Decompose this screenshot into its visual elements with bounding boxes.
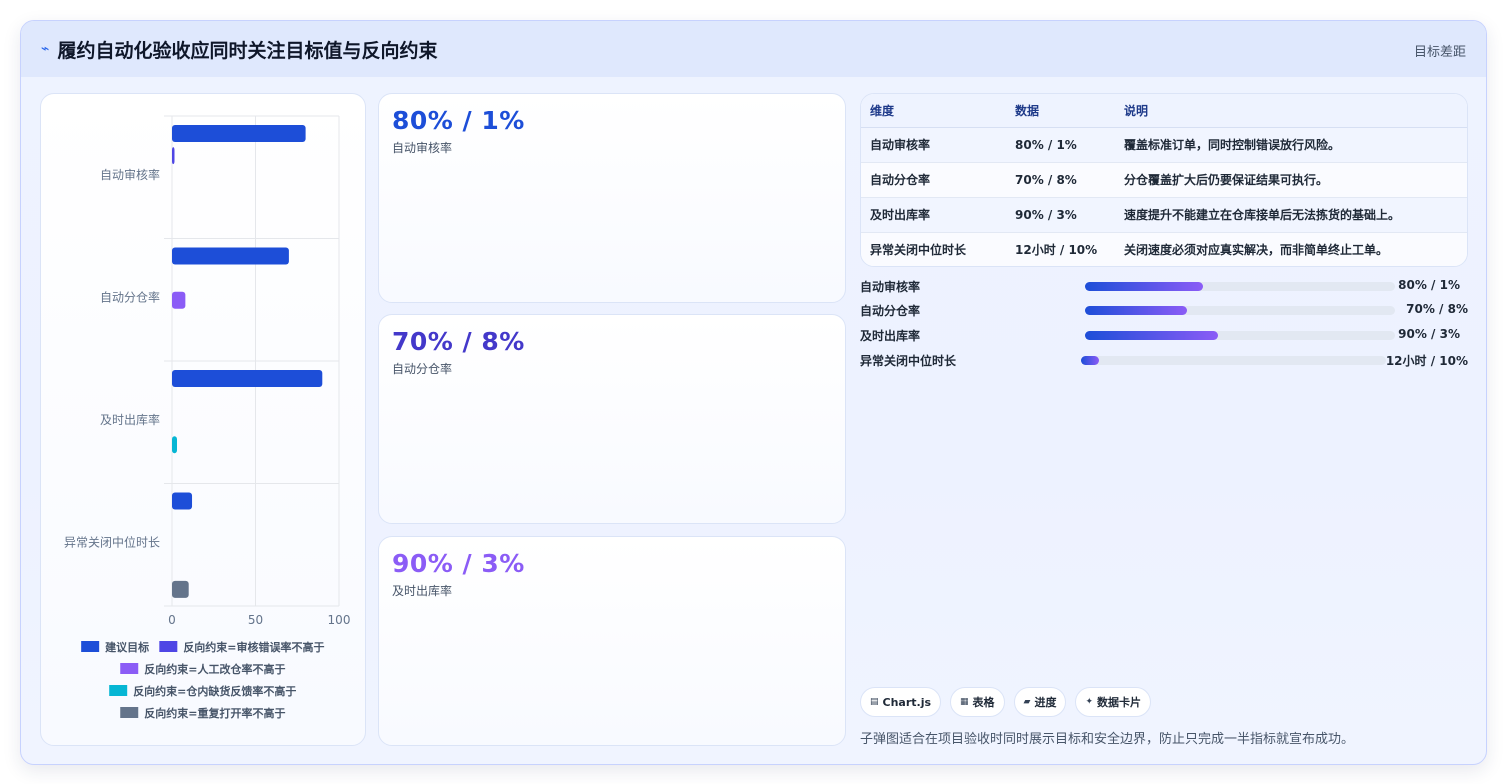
- progress-value: 90% / 3%: [1398, 327, 1460, 341]
- bar-0-2: [172, 370, 323, 387]
- header-bar: ⌁ 履约自动化验收应同时关注目标值与反向约束 目标差距: [21, 21, 1486, 77]
- x-tick-label: 0: [168, 613, 176, 627]
- dashboard-frame: ⌁ 履约自动化验收应同时关注目标值与反向约束 目标差距 自动审核率 自动分仓率 及时…: [20, 20, 1487, 765]
- table-row: 自动分仓率 70% / 8% 分仓覆盖扩大后仍要保证结果可执行。: [861, 162, 1467, 198]
- footnote-text: 子弹图适合在项目验收时同时展示目标和安全边界，防止只完成一半指标就宣布成功。: [860, 732, 1355, 747]
- progress-icon: ▰: [1023, 697, 1031, 707]
- progress-label: 异常关闭中位时长: [860, 354, 957, 368]
- chip-progress[interactable]: ▰ 进度: [1013, 687, 1067, 717]
- chip-label: Chart.js: [882, 695, 932, 709]
- progress-track: [1085, 306, 1395, 315]
- stat-value: 90% / 3%: [392, 549, 525, 578]
- table-cell: 70% / 8%: [1006, 162, 1115, 198]
- stat-card-on-time-ship: 90% / 3% 及时出库率: [378, 536, 846, 746]
- progress-track: [1085, 331, 1395, 340]
- progress-track: [1085, 282, 1395, 291]
- progress-fill: [1085, 306, 1188, 315]
- chip-data-card[interactable]: ✦ 数据卡片: [1075, 687, 1152, 717]
- legend-swatch: [120, 707, 139, 718]
- progress-track: [1081, 356, 1386, 365]
- stat-card-auto-split: 70% / 8% 自动分仓率: [378, 314, 846, 524]
- progress-fill: [1081, 356, 1100, 365]
- table-cell: 自动审核率: [861, 127, 1006, 163]
- table-cell: 自动分仓率: [861, 162, 1006, 198]
- stat-card-auto-review: 80% / 1% 自动审核率: [378, 93, 846, 303]
- metrics-table-card: 维度 数据 说明 自动审核率 80% / 1% 覆盖标准订单，同时控制错误放行风…: [860, 93, 1468, 267]
- bolt-icon: ⌁: [41, 41, 50, 57]
- chip-label: 进度: [1034, 696, 1057, 709]
- progress-label: 自动审核率: [860, 280, 921, 294]
- table-cell: 及时出库率: [861, 197, 1006, 233]
- legend-swatch: [159, 641, 178, 652]
- chip-table[interactable]: ▦ 表格: [950, 687, 1005, 717]
- legend-label: 反向约束=审核错误率不高于: [183, 640, 324, 654]
- metrics-table: 维度 数据 说明 自动审核率 80% / 1% 覆盖标准订单，同时控制错误放行风…: [861, 94, 1467, 266]
- bullet-chart: 自动审核率自动分仓率及时出库率异常关闭中位时长 0 50 100 建议目标 反向约束=审核…: [64, 115, 351, 720]
- progress-row-on-time-ship: 及时出库率 90% / 3%: [860, 327, 1468, 343]
- legend-swatch: [120, 663, 139, 674]
- legend-label: 反向约束=重复打开率不高于: [144, 706, 285, 720]
- progress-label: 自动分仓率: [860, 304, 921, 318]
- table-cell: 分仓覆盖扩大后仍要保证结果可执行。: [1115, 162, 1467, 198]
- progress-value: 80% / 1%: [1398, 278, 1460, 292]
- chip-chartjs[interactable]: ▤ Chart.js: [860, 687, 942, 717]
- chart-icon: ▤: [870, 697, 879, 707]
- table-cell: 12小时 / 10%: [1006, 232, 1115, 266]
- legend-label: 反向约束=人工改仓率不高于: [144, 662, 285, 676]
- legend-label: 反向约束=仓内缺货反馈率不高于: [133, 684, 296, 698]
- table-cell: 速度提升不能建立在仓库接单后无法拣货的基础上。: [1115, 197, 1467, 233]
- table-row: 及时出库率 90% / 3% 速度提升不能建立在仓库接单后无法拣货的基础上。: [861, 197, 1467, 233]
- table-row: 异常关闭中位时长 12小时 / 10% 关闭速度必须对应真实解决，而非简单终止工…: [861, 232, 1467, 266]
- progress-row-auto-split: 自动分仓率 70% / 8%: [860, 302, 1468, 318]
- bar-0-0: [172, 125, 306, 142]
- x-tick-label: 50: [248, 613, 263, 627]
- y-tick-label: 自动审核率: [100, 167, 160, 182]
- stat-label: 及时出库率: [392, 584, 453, 598]
- legend-swatch: [81, 641, 100, 652]
- progress-row-exception-close: 异常关闭中位时长 12小时 / 10%: [860, 352, 1468, 368]
- bar-3-2: [172, 436, 178, 454]
- progress-value: 12小时 / 10%: [1385, 354, 1468, 368]
- progress-label: 及时出库率: [860, 329, 921, 343]
- chip-bar: ▤ Chart.js ▦ 表格 ▰ 进度 ✦ 数据卡片: [860, 687, 1152, 717]
- header-right-label: 目标差距: [1413, 45, 1466, 60]
- table-header-note: 说明: [1115, 94, 1467, 128]
- progress-value: 70% / 8%: [1406, 302, 1468, 316]
- stat-label: 自动审核率: [392, 141, 453, 155]
- progress-fill: [1085, 331, 1219, 340]
- bar-1-0: [172, 147, 175, 165]
- y-tick-label: 异常关闭中位时长: [64, 534, 160, 549]
- bar-0-1: [172, 247, 289, 265]
- table-cell: 覆盖标准订单，同时控制错误放行风险。: [1115, 127, 1467, 163]
- table-icon: ▦: [960, 697, 969, 707]
- legend-swatch: [109, 685, 128, 696]
- bar-0-3: [172, 492, 193, 510]
- stat-value: 80% / 1%: [392, 106, 525, 135]
- legend-label: 建议目标: [105, 640, 149, 654]
- table-header-data: 数据: [1006, 94, 1115, 128]
- bar-2-1: [172, 291, 186, 309]
- table-cell: 异常关闭中位时长: [861, 232, 1006, 266]
- y-tick-label: 自动分仓率: [100, 289, 160, 304]
- table-cell: 80% / 1%: [1006, 127, 1115, 163]
- table-row: 自动审核率 80% / 1% 覆盖标准订单，同时控制错误放行风险。: [861, 127, 1467, 163]
- page-title: 履约自动化验收应同时关注目标值与反向约束: [57, 39, 438, 62]
- table-cell: 关闭速度必须对应真实解决，而非简单终止工单。: [1115, 232, 1467, 266]
- x-tick-label: 100: [328, 613, 351, 627]
- table-header-dimension: 维度: [861, 94, 1006, 128]
- y-tick-label: 及时出库率: [100, 412, 160, 427]
- table-cell: 90% / 3%: [1006, 197, 1115, 233]
- bullet-chart-card: 自动审核率自动分仓率及时出库率异常关闭中位时长 0 50 100 建议目标 反向约束=审核…: [40, 93, 366, 746]
- card-icon: ✦: [1085, 697, 1094, 707]
- stat-label: 自动分仓率: [392, 362, 453, 376]
- progress-fill: [1085, 282, 1203, 291]
- progress-row-auto-review: 自动审核率 80% / 1%: [860, 278, 1468, 294]
- bar-4-3: [172, 580, 189, 598]
- chip-label: 数据卡片: [1097, 696, 1142, 709]
- stat-value: 70% / 8%: [392, 327, 525, 356]
- chip-label: 表格: [972, 696, 995, 709]
